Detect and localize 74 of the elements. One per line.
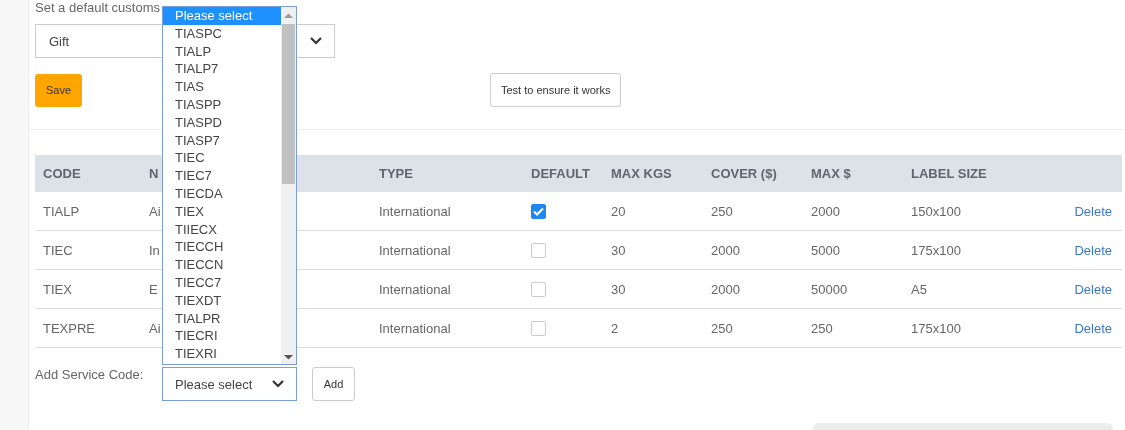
dropdown-option[interactable]: TIASPC bbox=[163, 24, 281, 43]
dropdown-option[interactable]: TIALP7 bbox=[163, 60, 281, 79]
default-checkbox[interactable] bbox=[531, 203, 546, 219]
table-cell: International bbox=[379, 242, 451, 258]
dropdown-option[interactable]: TIASP7 bbox=[163, 131, 281, 150]
scroll-down-icon[interactable] bbox=[284, 354, 293, 360]
table-cell: 175x100 bbox=[911, 320, 961, 336]
field-label: Set a default customs bbox=[35, 0, 160, 16]
table-cell: 2000 bbox=[811, 203, 840, 219]
dropdown-option[interactable]: TIECCN bbox=[163, 256, 281, 274]
scrollbar[interactable] bbox=[281, 7, 296, 364]
table-cell: International bbox=[379, 320, 451, 336]
table-cell: 250 bbox=[711, 203, 733, 219]
table-cell: A5 bbox=[911, 281, 927, 297]
table-cell: 2000 bbox=[711, 242, 740, 258]
dropdown-option[interactable]: TIEXDT bbox=[163, 291, 281, 310]
column-header: TYPE bbox=[379, 166, 413, 181]
dropdown-option[interactable]: TIIECX bbox=[163, 220, 281, 239]
table-cell: TEXPRE bbox=[43, 320, 95, 336]
table-cell: 2 bbox=[611, 320, 619, 336]
column-header: MAX KGS bbox=[611, 166, 672, 181]
dropdown-option[interactable]: TIEC7 bbox=[163, 167, 281, 185]
table-cell: International bbox=[379, 281, 451, 297]
dropdown-option[interactable]: TIECDA bbox=[163, 184, 281, 203]
delete-link[interactable]: Delete bbox=[1074, 203, 1112, 219]
table-cell: 50000 bbox=[811, 281, 848, 297]
delete-link[interactable]: Delete bbox=[1074, 281, 1112, 297]
delete-link[interactable]: Delete bbox=[1074, 242, 1112, 258]
column-header: DEFAULT bbox=[531, 166, 590, 181]
column-header: MAX $ bbox=[811, 166, 851, 181]
table-cell: 150x100 bbox=[911, 203, 961, 219]
table-cell: TIEC bbox=[43, 242, 73, 258]
chevron-down-icon bbox=[310, 37, 322, 45]
column-header: CODE bbox=[43, 166, 81, 181]
table-cell: 250 bbox=[711, 320, 733, 336]
dropdown-option[interactable]: TIALPR bbox=[163, 309, 281, 328]
table-cell: Ai bbox=[149, 320, 161, 336]
dropdown-option[interactable]: TIECC7 bbox=[163, 273, 281, 292]
table-cell: 250 bbox=[811, 320, 833, 336]
scroll-up-icon[interactable] bbox=[284, 13, 293, 19]
column-header: LABEL SIZE bbox=[911, 166, 987, 181]
default-checkbox[interactable] bbox=[531, 320, 546, 336]
save-button[interactable]: Save bbox=[35, 73, 82, 107]
dropdown-option[interactable]: TIEX bbox=[163, 202, 281, 221]
table-cell: 2000 bbox=[711, 281, 740, 297]
table-cell: TIEX bbox=[43, 281, 72, 297]
dropdown-option[interactable]: TIEC bbox=[163, 149, 281, 168]
column-header: COVER ($) bbox=[711, 166, 777, 181]
table-cell: 175x100 bbox=[911, 242, 961, 258]
default-checkbox[interactable] bbox=[531, 281, 546, 297]
table-cell: Ai bbox=[149, 203, 161, 219]
dropdown-option[interactable]: TIAS bbox=[163, 78, 281, 96]
dropdown-option[interactable]: TIALP bbox=[163, 42, 281, 61]
table-cell: TIALP bbox=[43, 203, 80, 219]
table-cell: E bbox=[149, 281, 158, 297]
dropdown-option[interactable]: TIASPP bbox=[163, 96, 281, 114]
table-cell: 30 bbox=[611, 281, 626, 297]
chevron-down-icon bbox=[272, 380, 284, 388]
dropdown-option[interactable]: TIASPD bbox=[163, 113, 281, 132]
test-button[interactable]: Test to ensure it works bbox=[490, 73, 622, 107]
dropdown-option[interactable]: TIEXRI bbox=[163, 345, 281, 363]
default-checkbox[interactable] bbox=[531, 242, 546, 258]
column-header: N bbox=[149, 166, 159, 181]
field-label: Add Service Code: bbox=[35, 367, 145, 383]
dropdown-option[interactable]: TIECRI bbox=[163, 327, 281, 346]
delete-link[interactable]: Delete bbox=[1074, 320, 1112, 336]
table-cell: 5000 bbox=[811, 242, 840, 258]
table-cell: 30 bbox=[611, 242, 626, 258]
table-cell: International bbox=[379, 203, 451, 219]
service-code-select[interactable]: Please select bbox=[162, 367, 297, 401]
dropdown-option[interactable]: TIECCH bbox=[163, 238, 281, 257]
table-cell: 20 bbox=[611, 203, 626, 219]
add-button[interactable]: Add bbox=[312, 367, 355, 401]
table-cell: In bbox=[149, 242, 160, 258]
